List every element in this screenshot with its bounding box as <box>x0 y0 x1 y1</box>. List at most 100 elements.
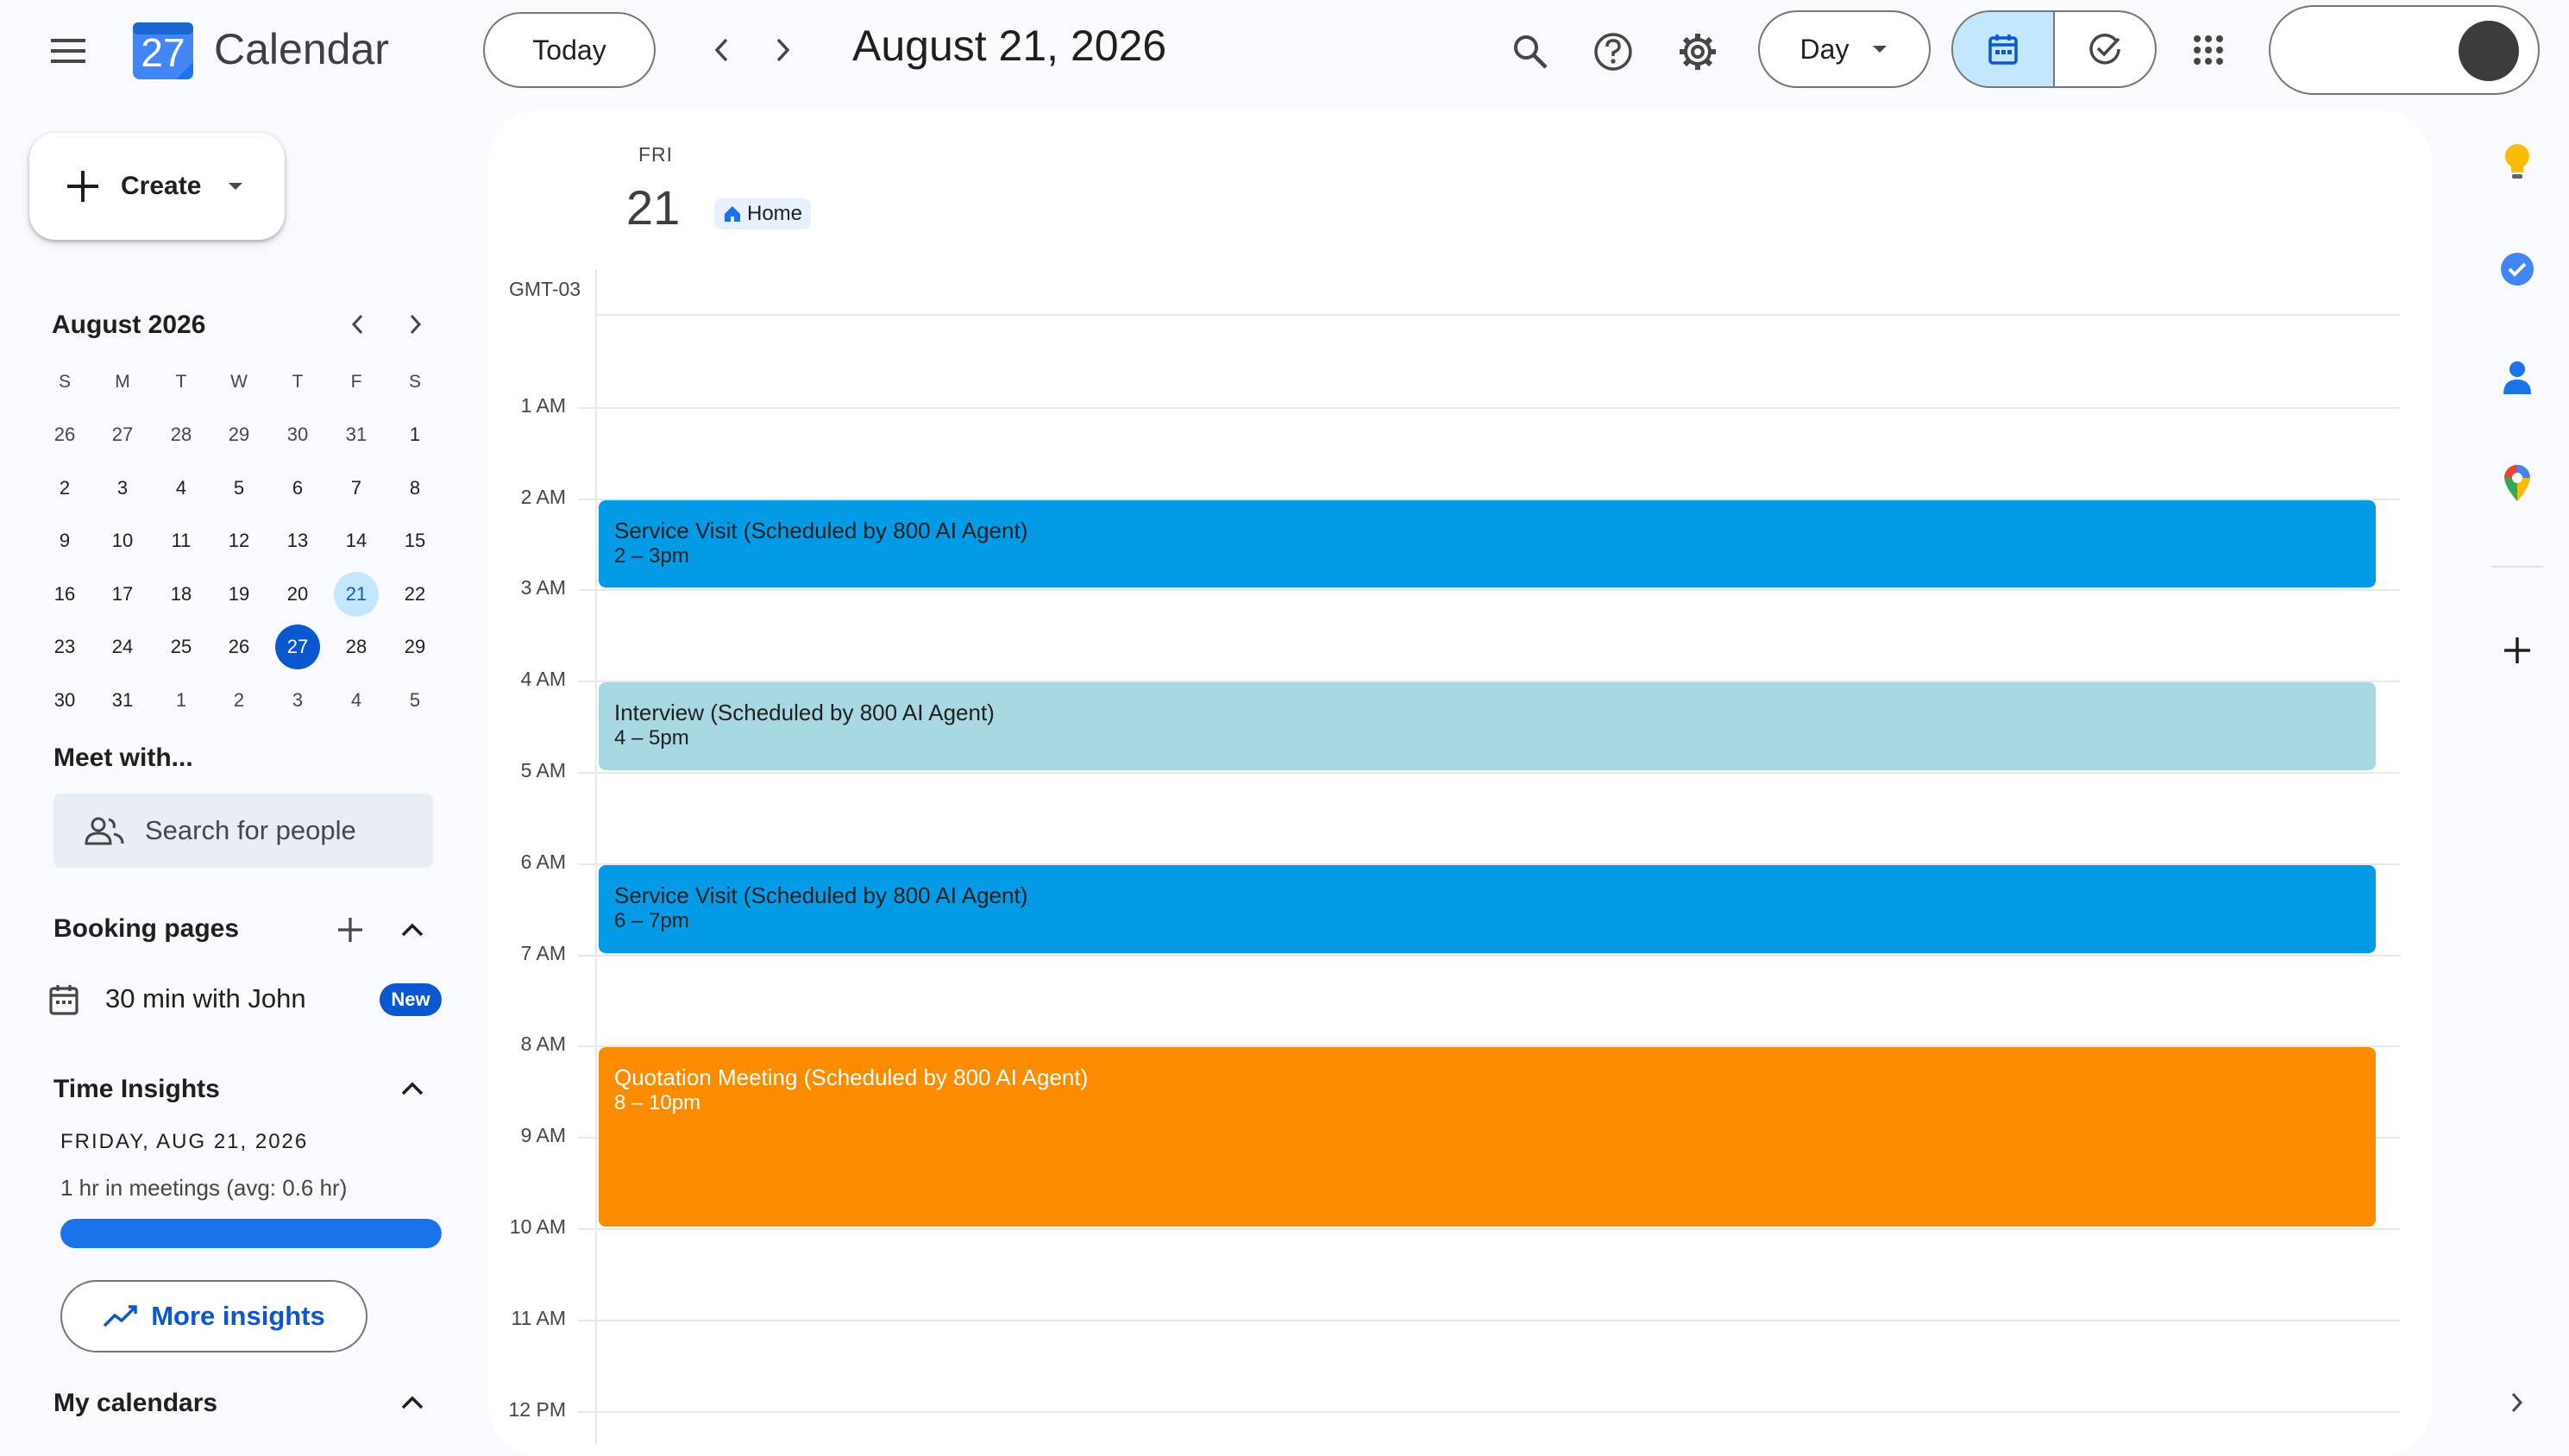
mini-calendar-day[interactable]: 9 <box>42 518 87 563</box>
create-button[interactable]: Create <box>29 133 285 240</box>
mini-calendar-day[interactable]: 31 <box>100 678 145 723</box>
mini-calendar-day[interactable]: 7 <box>334 466 379 511</box>
more-insights-button[interactable]: More insights <box>60 1280 367 1352</box>
home-icon <box>725 206 740 222</box>
collapse-booking-pages-button[interactable] <box>393 911 431 949</box>
add-booking-page-button[interactable] <box>331 911 369 949</box>
mini-calendar-day[interactable]: 29 <box>217 412 261 457</box>
help-button[interactable] <box>1589 28 1637 76</box>
mini-calendar-prev-button[interactable] <box>340 305 374 343</box>
chevron-up-icon <box>401 923 424 937</box>
event-time: 6 – 7pm <box>614 908 689 932</box>
tasks-app-button[interactable] <box>2497 248 2538 290</box>
tasks-view-toggle[interactable] <box>2055 12 2155 86</box>
location-chip[interactable]: Home <box>714 198 812 229</box>
mini-calendar-day[interactable]: 2 <box>217 678 261 723</box>
mini-calendar-day[interactable]: 18 <box>159 572 204 617</box>
mini-calendar-day[interactable]: 19 <box>217 572 261 617</box>
mini-calendar-day[interactable]: 29 <box>393 624 437 669</box>
mini-calendar-day[interactable]: 22 <box>393 572 437 617</box>
mini-calendar-day[interactable]: 4 <box>159 466 204 511</box>
collapse-my-calendars-button[interactable] <box>393 1384 431 1421</box>
mini-calendar-day[interactable]: 8 <box>393 466 437 511</box>
calendar-event[interactable]: Quotation Meeting (Scheduled by 800 AI A… <box>599 1047 2376 1227</box>
mini-calendar-day[interactable]: 28 <box>334 624 379 669</box>
search-people-input[interactable]: Search for people <box>53 794 433 868</box>
mini-calendar-day[interactable]: 5 <box>393 678 437 723</box>
mini-calendar-day[interactable]: 14 <box>334 518 379 563</box>
mini-calendar-day[interactable]: 26 <box>42 412 87 457</box>
all-day-divider <box>595 314 2400 316</box>
mini-calendar-day[interactable]: 23 <box>42 624 87 669</box>
chevron-up-icon <box>401 1082 424 1095</box>
help-icon <box>1594 33 1632 71</box>
mini-calendar-day[interactable]: 30 <box>42 678 87 723</box>
mini-calendar-day[interactable]: 20 <box>275 572 320 617</box>
add-addon-button[interactable] <box>2497 630 2538 671</box>
chevron-right-icon <box>410 314 422 335</box>
calendar-event[interactable]: Service Visit (Scheduled by 800 AI Agent… <box>599 864 2376 953</box>
hour-label: 12 PM <box>508 1397 566 1421</box>
day-header-weekday: FRI <box>638 143 674 166</box>
mini-calendar-day[interactable]: 17 <box>100 572 145 617</box>
calendar-view-toggle[interactable] <box>1953 12 2055 86</box>
calendar-logo-icon[interactable]: 27 <box>131 17 195 81</box>
hour-label: 7 AM <box>520 941 566 964</box>
mini-calendar-day[interactable]: 16 <box>42 572 87 617</box>
next-day-button[interactable] <box>763 29 804 71</box>
main-menu-button[interactable] <box>43 26 93 76</box>
mini-calendar-day[interactable]: 27 <box>275 624 320 670</box>
collapse-time-insights-button[interactable] <box>393 1070 431 1108</box>
mini-calendar-day[interactable]: 3 <box>275 678 320 723</box>
keep-button[interactable] <box>2497 141 2538 183</box>
hour-label: 3 AM <box>520 576 566 599</box>
today-button[interactable]: Today <box>483 12 656 88</box>
day-header-number[interactable]: 21 <box>626 179 680 235</box>
day-view-panel <box>488 110 2431 1456</box>
account-switcher[interactable] <box>2269 5 2540 95</box>
booking-pages-title: Booking pages <box>53 914 240 943</box>
mini-calendar-day[interactable]: 21 <box>334 571 379 617</box>
mini-calendar-day[interactable]: 1 <box>159 678 204 723</box>
google-apps-button[interactable] <box>2184 26 2233 74</box>
mini-calendar-day[interactable]: 27 <box>100 412 145 457</box>
mini-calendar-day[interactable]: 15 <box>393 518 437 563</box>
view-selector-dropdown[interactable]: Day <box>1758 10 1931 88</box>
mini-calendar-day[interactable]: 10 <box>100 518 145 563</box>
hour-label: 5 AM <box>520 759 566 781</box>
mini-calendar-day[interactable]: 30 <box>275 412 320 457</box>
settings-button[interactable] <box>1674 28 1722 76</box>
mini-calendar-day[interactable]: 13 <box>275 518 320 563</box>
expand-side-panel-button[interactable] <box>2497 1382 2538 1423</box>
calendar-event[interactable]: Interview (Scheduled by 800 AI Agent) 4 –… <box>599 682 2376 770</box>
hour-gridline <box>578 1410 2400 1413</box>
mini-calendar-day[interactable]: 28 <box>159 412 204 457</box>
mini-calendar-next-button[interactable] <box>399 305 433 343</box>
mini-calendar-day[interactable]: 26 <box>217 624 261 669</box>
search-button[interactable] <box>1506 28 1555 76</box>
maps-button[interactable] <box>2497 462 2538 504</box>
contacts-button[interactable] <box>2497 357 2538 399</box>
mini-calendar-day[interactable]: 1 <box>393 412 437 457</box>
mini-calendar-day[interactable]: 6 <box>275 466 320 511</box>
booking-page-label: 30 min with John <box>105 983 306 1014</box>
mini-calendar-day[interactable]: 3 <box>100 466 145 511</box>
calendar-tasks-toggle <box>1951 10 2157 88</box>
mini-calendar-day[interactable]: 25 <box>159 624 204 669</box>
mini-calendar-day[interactable]: 5 <box>217 466 261 511</box>
timezone-label: GMT-03 <box>509 278 581 300</box>
mini-calendar-day[interactable]: 24 <box>100 624 145 669</box>
search-icon <box>1514 35 1548 69</box>
event-title: Service Visit (Scheduled by 800 AI Agent… <box>614 882 1028 908</box>
calendar-event[interactable]: Service Visit (Scheduled by 800 AI Agent… <box>599 499 2376 588</box>
previous-day-button[interactable] <box>700 29 742 71</box>
mini-calendar-day[interactable]: 4 <box>334 678 379 723</box>
avatar[interactable] <box>2459 21 2519 81</box>
hour-gridline <box>578 772 2400 774</box>
mini-calendar-day[interactable]: 12 <box>217 518 261 563</box>
mini-calendar-day[interactable]: 11 <box>159 518 204 563</box>
mini-calendar-day[interactable]: 2 <box>42 466 87 511</box>
day-column-divider <box>595 269 597 1445</box>
calendar-icon <box>49 985 79 1015</box>
mini-calendar-day[interactable]: 31 <box>334 412 379 457</box>
